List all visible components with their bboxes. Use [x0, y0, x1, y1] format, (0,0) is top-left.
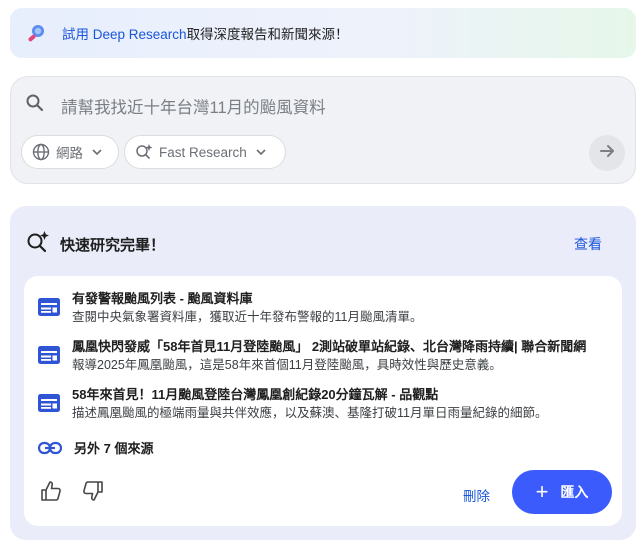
source-title: 58年來首見！11月颱風登陸台灣鳳凰創紀錄20分鐘瓦解 - 品觀點 [72, 387, 439, 402]
thumbs-up-icon [40, 480, 62, 507]
telescope-icon [26, 22, 48, 44]
article-icon [38, 394, 60, 423]
promo-link[interactable]: 試用 Deep Research [62, 23, 187, 43]
article-icon [38, 298, 60, 327]
research-mode-label: Fast Research [159, 144, 247, 160]
thumbs-up-button[interactable] [40, 480, 62, 507]
source-description: 查閱中央氣象署資料庫，獲取近十年發布警報的11月颱風清單。 [72, 310, 423, 324]
submit-button[interactable] [589, 135, 625, 171]
delete-button[interactable]: 刪除 [463, 485, 490, 505]
arrow-right-icon [598, 142, 616, 165]
article-icon [38, 346, 60, 375]
import-button[interactable]: + 匯入 [512, 470, 612, 514]
import-label: 匯入 [560, 484, 589, 500]
search-icon [25, 93, 45, 118]
link-icon [38, 441, 62, 455]
sparkle-search-icon [26, 230, 50, 259]
source-title: 鳳凰快閃發威「58年首見11月登陸颱風」 2測站破單站紀錄、北台灣降雨持續| 聯… [72, 339, 587, 354]
research-results-panel: 快速研究完畢！ 查看 有發警報颱風列表 - 颱風資料庫 查閱中央氣象署資料庫，獲… [10, 206, 636, 540]
source-description: 報導2025年鳳凰颱風，這是58年來首個11月登陸颱風，具時效性與歷史意義。 [72, 358, 502, 372]
view-button[interactable]: 查看 [574, 234, 602, 254]
more-sources-label: 另外 7 個來源 [74, 441, 154, 456]
source-web-label: 網路 [56, 146, 83, 161]
research-query-box: 請幫我找近十年台灣11月的颱風資料 網路 Fast Research [10, 76, 636, 184]
thumbs-down-icon [82, 480, 104, 507]
more-sources-link[interactable]: 另外 7 個來源 [38, 438, 153, 457]
thumbs-down-button[interactable] [82, 480, 104, 507]
source-description: 描述鳳凰颱風的極端雨量與共伴效應，以及蘇澳、基隆打破11月單日雨量紀錄的細節。 [72, 406, 548, 420]
source-title: 有發警報颱風列表 - 颱風資料庫 [72, 291, 253, 306]
sources-card: 有發警報颱風列表 - 颱風資料庫 查閱中央氣象署資料庫，獲取近十年發布警報的11… [24, 276, 622, 526]
search-input[interactable]: 請幫我找近十年台灣11月的颱風資料 [61, 94, 326, 118]
source-item[interactable]: 有發警報颱風列表 - 颱風資料庫 查閱中央氣象署資料庫，獲取近十年發布警報的11… [38, 290, 422, 327]
source-web-dropdown[interactable]: 網路 [21, 135, 119, 169]
chevron-down-icon [91, 146, 103, 158]
source-item[interactable]: 58年來首見！11月颱風登陸台灣鳳凰創紀錄20分鐘瓦解 - 品觀點 描述鳳凰颱風… [38, 386, 547, 423]
chevron-down-icon [255, 146, 267, 158]
globe-icon [32, 143, 50, 161]
plus-icon: + [535, 479, 549, 504]
research-mode-dropdown[interactable]: Fast Research [124, 135, 286, 169]
promo-text: 取得深度報告和新聞來源！ [186, 27, 349, 42]
results-title: 快速研究完畢！ [60, 237, 166, 254]
deep-research-promo-banner[interactable]: 試用 Deep Research 取得深度報告和新聞來源！ [10, 8, 636, 58]
sparkle-search-icon [135, 143, 153, 161]
source-item[interactable]: 鳳凰快閃發威「58年首見11月登陸颱風」 2測站破單站紀錄、北台灣降雨持續| 聯… [38, 338, 586, 375]
